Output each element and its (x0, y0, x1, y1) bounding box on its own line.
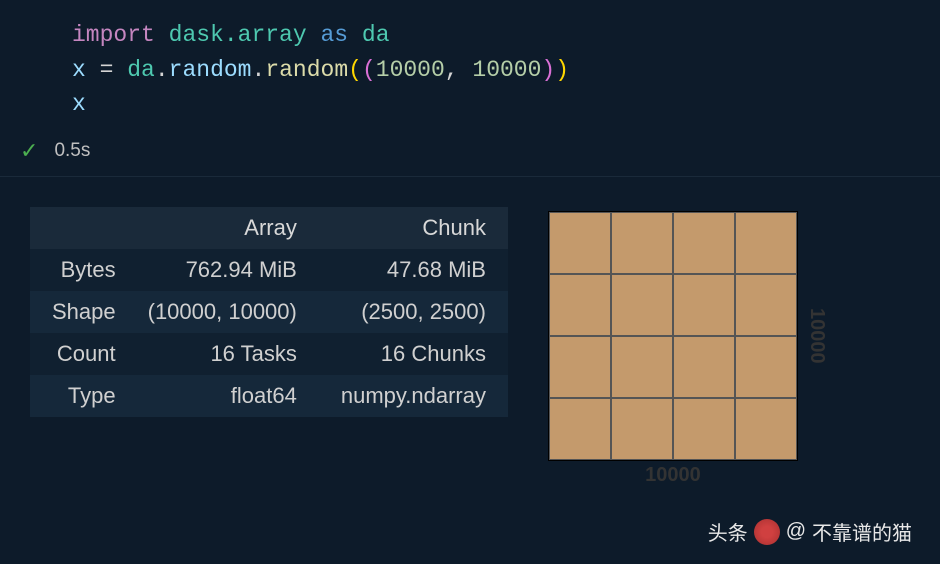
chunk-cell (611, 274, 673, 336)
bytes-array: 762.94 MiB (126, 249, 319, 291)
table-row: Bytes 762.94 MiB 47.68 MiB (30, 249, 508, 291)
table-row: Count 16 Tasks 16 Chunks (30, 333, 508, 375)
chunk-cell (611, 336, 673, 398)
execution-status: ✓ 0.5s (0, 132, 940, 177)
variable-x-eval: x (72, 91, 86, 117)
array-info-table: Array Chunk Bytes 762.94 MiB 47.68 MiB S… (30, 207, 508, 481)
count-chunk: 16 Chunks (319, 333, 508, 375)
watermark: 头条 @ 不靠谱的猫 (708, 517, 912, 546)
chunk-cell (673, 398, 735, 460)
chunk-cell (549, 336, 611, 398)
header-array: Array (126, 207, 319, 249)
module-name: dask.array (169, 22, 307, 48)
row-label-bytes: Bytes (30, 249, 126, 291)
chunk-cell (611, 212, 673, 274)
chunk-cell (735, 274, 797, 336)
chunk-cell (549, 274, 611, 336)
chunk-cell (673, 336, 735, 398)
table-row: Shape (10000, 10000) (2500, 2500) (30, 291, 508, 333)
chunk-cell (735, 336, 797, 398)
chunk-cell (673, 274, 735, 336)
row-label-count: Count (30, 333, 126, 375)
header-chunk: Chunk (319, 207, 508, 249)
code-line-1: import dask.array as da (72, 18, 940, 53)
bytes-chunk: 47.68 MiB (319, 249, 508, 291)
table-row: Type float64 numpy.ndarray (30, 375, 508, 417)
table-header-row: Array Chunk (30, 207, 508, 249)
keyword-import: import (72, 22, 155, 48)
chunk-visualization: 10000 10000 (548, 211, 818, 481)
execution-duration: 0.5s (54, 140, 90, 162)
row-label-type: Type (30, 375, 126, 417)
axis-y-label: 10000 (805, 211, 828, 461)
keyword-as: as (320, 22, 348, 48)
chunk-cell (611, 398, 673, 460)
shape-array: (10000, 10000) (126, 291, 319, 333)
axis-x-label: 10000 (548, 464, 798, 487)
shape-chunk: (2500, 2500) (319, 291, 508, 333)
type-chunk: numpy.ndarray (319, 375, 508, 417)
chunk-cell (735, 398, 797, 460)
cell-output: Array Chunk Bytes 762.94 MiB 47.68 MiB S… (0, 177, 940, 501)
chunk-cell (549, 398, 611, 460)
watermark-at: @ (786, 520, 806, 543)
chunk-grid (548, 211, 798, 461)
count-array: 16 Tasks (126, 333, 319, 375)
watermark-prefix: 头条 (708, 517, 748, 546)
chunk-cell (673, 212, 735, 274)
watermark-name: 不靠谱的猫 (812, 517, 912, 546)
chunk-cell (549, 212, 611, 274)
code-line-2: x = da.random.random((10000, 10000)) (72, 53, 940, 88)
header-empty (30, 207, 126, 249)
code-cell[interactable]: import dask.array as da x = da.random.ra… (0, 0, 940, 132)
type-array: float64 (126, 375, 319, 417)
variable-x: x (72, 57, 86, 83)
alias-name: da (362, 22, 390, 48)
code-line-3: x (72, 87, 940, 122)
row-label-shape: Shape (30, 291, 126, 333)
watermark-logo-icon (754, 519, 780, 545)
chunk-cell (735, 212, 797, 274)
check-icon: ✓ (20, 138, 38, 164)
